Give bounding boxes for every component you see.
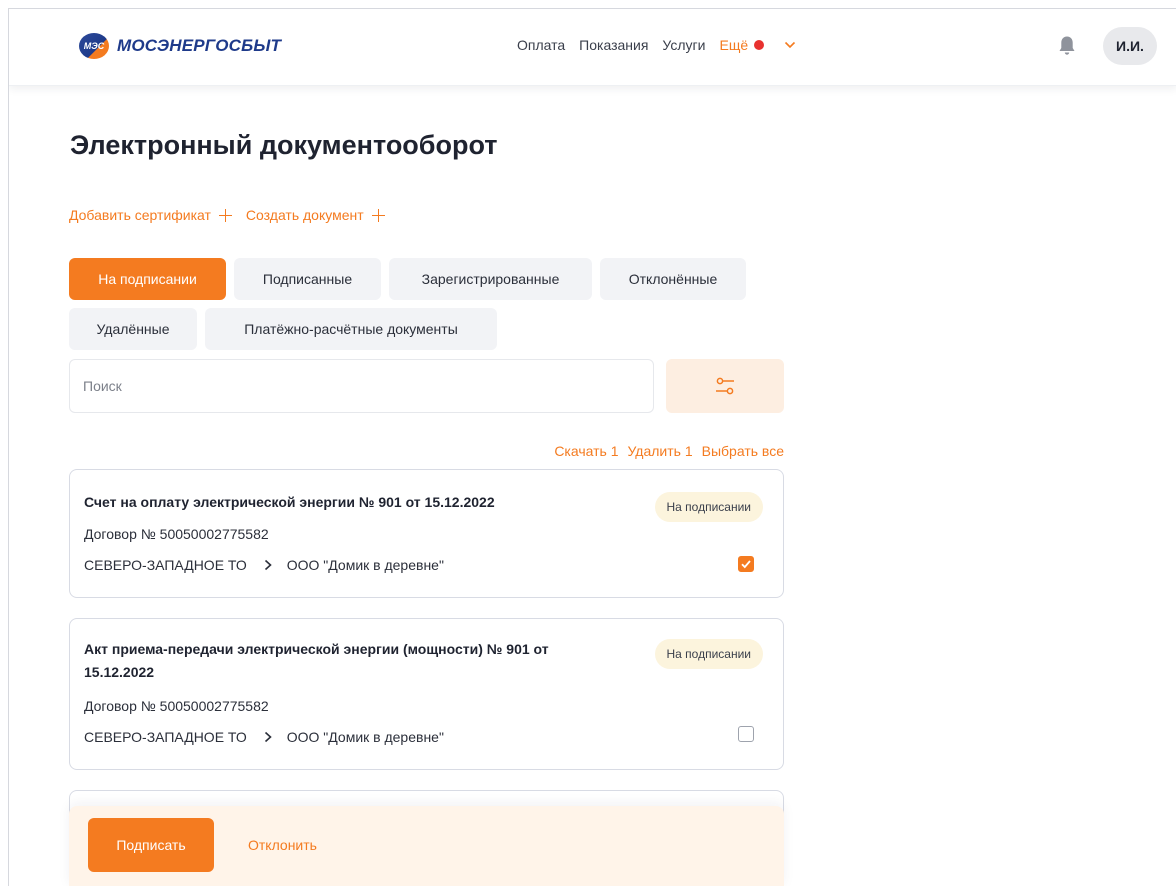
check-icon (741, 560, 751, 569)
create-document-button[interactable]: Создать документ (246, 207, 385, 223)
sign-button[interactable]: Подписать (88, 818, 214, 872)
tab-registered[interactable]: Зарегистрированные (389, 258, 592, 300)
document-title: Акт приема-передачи электрической энерги… (84, 641, 549, 680)
logo[interactable]: МЭС МОСЭНЕРГОСБЫТ (79, 32, 281, 60)
logo-text: МОСЭНЕРГОСБЫТ (117, 36, 282, 55)
document-card[interactable]: Акт приема-передачи электрической энерги… (69, 618, 784, 770)
tab-rejected[interactable]: Отклонённые (600, 258, 746, 300)
tab-on-signing[interactable]: На подписании (69, 258, 226, 300)
route-from: СЕВЕРО-ЗАПАДНОЕ ТО (84, 729, 247, 745)
top-header: МЭС МОСЭНЕРГОСБЫТ Оплата Показания Услуг… (9, 9, 1176, 86)
nav-more-label: Ещё (719, 37, 749, 53)
bottom-action-bar: Подписать Отклонить (69, 806, 784, 886)
page-title: Электронный документооборот (70, 130, 498, 160)
document-checkbox[interactable] (738, 556, 754, 572)
add-certificate-label: Добавить сертификат (69, 207, 211, 223)
document-contract: Договор № 50050002775582 (84, 526, 269, 542)
tab-payment-documents[interactable]: Платёжно-расчётные документы (205, 308, 497, 350)
plus-icon (218, 208, 232, 222)
chevron-right-icon (264, 731, 272, 743)
download-selected-link[interactable]: Скачать 1 (554, 443, 618, 459)
select-all-link[interactable]: Выбрать все (702, 443, 784, 459)
bulk-actions: Скачать 1 Удалить 1 Выбрать все (528, 443, 784, 459)
document-title: Счет на оплату электрической энергии № 9… (84, 494, 495, 510)
delete-selected-link[interactable]: Удалить 1 (628, 443, 693, 459)
nav-item-payment[interactable]: Оплата (517, 37, 565, 53)
filter-button[interactable] (666, 359, 784, 413)
add-certificate-button[interactable]: Добавить сертификат (69, 207, 232, 223)
document-route: СЕВЕРО-ЗАПАДНОЕ ТО ООО "Домик в деревне" (84, 729, 444, 745)
reject-button[interactable]: Отклонить (248, 837, 317, 853)
status-badge: На подписании (654, 492, 763, 522)
search-input[interactable] (69, 359, 654, 413)
nav-more-menu[interactable]: Ещё (719, 37, 796, 53)
nav-item-readings[interactable]: Показания (579, 37, 648, 53)
route-from: СЕВЕРО-ЗАПАДНОЕ ТО (84, 557, 247, 573)
document-actions: Добавить сертификат Создать документ (69, 207, 399, 223)
tab-signed[interactable]: Подписанные (234, 258, 381, 300)
tab-deleted[interactable]: Удалённые (69, 308, 197, 350)
create-document-label: Создать документ (245, 207, 364, 223)
app-window: МЭС МОСЭНЕРГОСБЫТ Оплата Показания Услуг… (8, 8, 1176, 886)
document-route: СЕВЕРО-ЗАПАДНОЕ ТО ООО "Домик в деревне" (84, 557, 444, 573)
user-avatar[interactable]: И.И. (1103, 27, 1157, 65)
logo-badge: МЭС (79, 33, 109, 59)
bell-icon[interactable] (1058, 35, 1076, 57)
document-checkbox[interactable] (738, 726, 754, 742)
filter-sliders-icon (716, 377, 734, 395)
notification-dot-icon (754, 40, 765, 50)
document-contract: Договор № 50050002775582 (84, 698, 269, 714)
route-to: ООО "Домик в деревне" (286, 729, 444, 745)
plus-icon (371, 208, 385, 222)
chevron-down-icon (785, 41, 796, 49)
main-nav: Оплата Показания Услуги Ещё (517, 37, 810, 53)
nav-item-services[interactable]: Услуги (662, 37, 705, 53)
document-card[interactable]: Счет на оплату электрической энергии № 9… (69, 469, 784, 598)
status-badge: На подписании (654, 639, 763, 669)
chevron-right-icon (264, 559, 272, 571)
route-to: ООО "Домик в деревне" (286, 557, 444, 573)
